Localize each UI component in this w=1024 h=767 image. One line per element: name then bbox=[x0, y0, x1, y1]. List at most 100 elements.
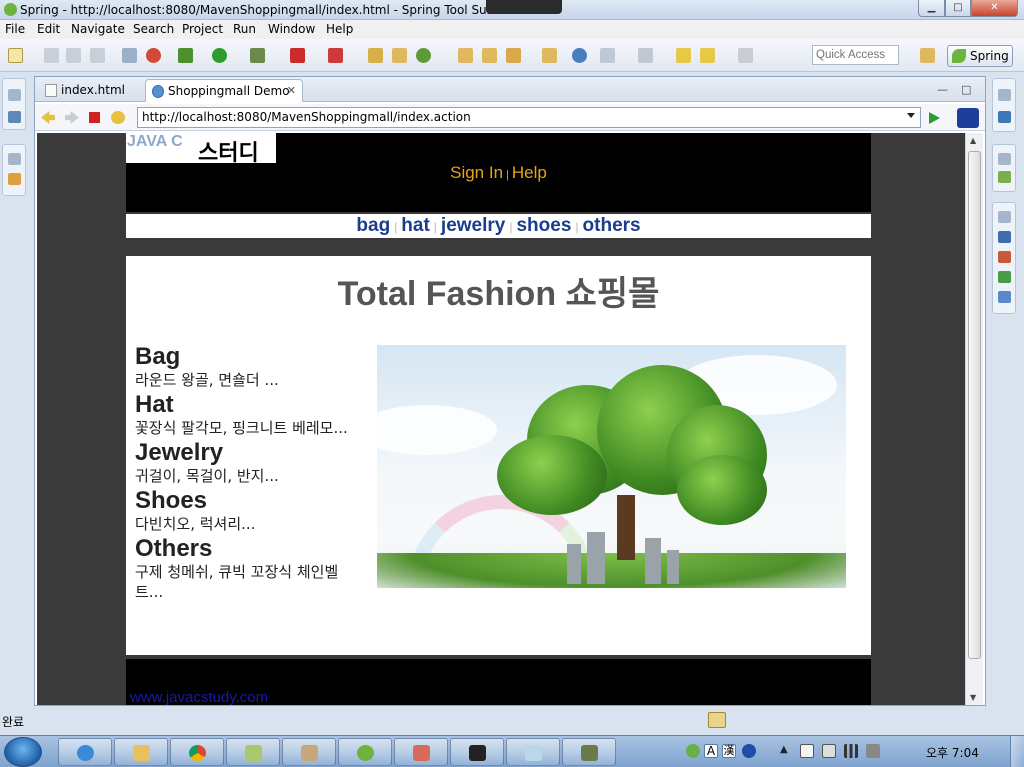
forward-icon[interactable] bbox=[738, 48, 753, 63]
next-annotation-icon[interactable] bbox=[600, 48, 615, 63]
scroll-thumb[interactable] bbox=[968, 151, 981, 659]
help-circle-icon[interactable] bbox=[742, 744, 756, 758]
status-progress-icon[interactable] bbox=[708, 712, 726, 728]
restore-icon-2[interactable] bbox=[8, 153, 21, 165]
category-shoes-title[interactable]: Shoes bbox=[135, 488, 360, 514]
sts-browser-icon[interactable] bbox=[957, 108, 979, 128]
spring-explorer-icon[interactable] bbox=[998, 171, 1011, 183]
menu-search[interactable]: Search bbox=[133, 22, 174, 36]
usb-device-icon[interactable] bbox=[822, 744, 836, 758]
back-icon[interactable] bbox=[700, 48, 715, 63]
taskbar-clock[interactable]: 오후 7:04 bbox=[926, 744, 979, 761]
terminate-icon[interactable] bbox=[290, 48, 305, 63]
scroll-down-icon[interactable]: ▼ bbox=[970, 693, 976, 702]
search-icon[interactable] bbox=[122, 48, 137, 63]
problems-icon[interactable] bbox=[998, 251, 1011, 263]
new-icon[interactable] bbox=[8, 48, 23, 63]
url-dropdown-icon[interactable] bbox=[907, 113, 915, 118]
nav-hat[interactable]: hat bbox=[401, 215, 430, 236]
save-icon[interactable] bbox=[44, 48, 59, 63]
site-logo[interactable]: JAVA C 스터디 bbox=[126, 133, 276, 166]
tab-index-html[interactable]: index.html bbox=[39, 79, 141, 102]
progress-icon[interactable] bbox=[998, 291, 1011, 303]
save-all-icon[interactable] bbox=[66, 48, 81, 63]
taskbar-notepad[interactable] bbox=[506, 738, 560, 766]
restore-icon-5[interactable] bbox=[998, 211, 1011, 223]
nav-bag[interactable]: bag bbox=[356, 215, 390, 236]
edit-icon[interactable] bbox=[506, 48, 521, 63]
menu-navigate[interactable]: Navigate bbox=[71, 22, 125, 36]
debug-icon[interactable] bbox=[178, 48, 193, 63]
maximize-button[interactable]: □ bbox=[945, 0, 971, 17]
folder-icon[interactable] bbox=[542, 48, 557, 63]
taskbar-cmd[interactable] bbox=[450, 738, 504, 766]
go-button[interactable] bbox=[929, 112, 940, 124]
outline-icon[interactable] bbox=[8, 173, 21, 185]
print-icon[interactable] bbox=[90, 48, 105, 63]
last-edit-icon[interactable] bbox=[676, 48, 691, 63]
spring-perspective-button[interactable]: Spring bbox=[947, 45, 1013, 67]
taskbar-notes[interactable] bbox=[226, 738, 280, 766]
editor-maximize-button[interactable]: □ bbox=[961, 83, 971, 96]
category-bag-title[interactable]: Bag bbox=[135, 344, 360, 370]
menu-edit[interactable]: Edit bbox=[37, 22, 60, 36]
volume-icon[interactable] bbox=[866, 744, 880, 758]
taskbar-explorer[interactable] bbox=[114, 738, 168, 766]
forward-arrow-icon[interactable] bbox=[65, 111, 79, 124]
taskbar-paint[interactable] bbox=[282, 738, 336, 766]
tab-close-icon[interactable]: ✕ bbox=[287, 84, 296, 97]
restore-icon-3[interactable] bbox=[998, 89, 1011, 101]
menu-window[interactable]: Window bbox=[268, 22, 315, 36]
nav-shoes[interactable]: shoes bbox=[516, 215, 571, 236]
help-link[interactable]: Help bbox=[512, 163, 547, 182]
show-hidden-icons[interactable]: ▲ bbox=[780, 744, 794, 758]
stop-icon[interactable] bbox=[89, 112, 100, 123]
open-resource-icon[interactable] bbox=[482, 48, 497, 63]
taskbar-sts[interactable] bbox=[338, 738, 392, 766]
menu-project[interactable]: Project bbox=[182, 22, 223, 36]
menu-file[interactable]: File bbox=[5, 22, 25, 36]
start-button[interactable] bbox=[4, 737, 42, 767]
hanja-icon[interactable]: 漢 bbox=[722, 744, 736, 758]
taskbar-tool[interactable] bbox=[562, 738, 616, 766]
scroll-up-icon[interactable]: ▲ bbox=[970, 136, 976, 145]
console-icon[interactable] bbox=[998, 231, 1011, 243]
nav-others[interactable]: others bbox=[583, 215, 641, 236]
category-jewelry-title[interactable]: Jewelry bbox=[135, 440, 360, 466]
task-list-icon[interactable] bbox=[998, 111, 1011, 123]
taskbar-ie[interactable] bbox=[58, 738, 112, 766]
category-others-title[interactable]: Others bbox=[135, 536, 360, 562]
show-desktop-button[interactable] bbox=[1010, 736, 1024, 767]
run-icon[interactable] bbox=[212, 48, 227, 63]
category-hat-title[interactable]: Hat bbox=[135, 392, 360, 418]
vertical-scrollbar[interactable]: ▲ ▼ bbox=[965, 133, 983, 705]
editor-minimize-button[interactable]: — bbox=[937, 83, 948, 96]
network-signal-icon[interactable] bbox=[844, 744, 858, 758]
nav-jewelry[interactable]: jewelry bbox=[441, 215, 505, 236]
previous-annotation-icon[interactable] bbox=[638, 48, 653, 63]
package-explorer-icon[interactable] bbox=[8, 111, 21, 123]
globe-icon[interactable] bbox=[572, 48, 587, 63]
external-tools-icon[interactable] bbox=[250, 48, 265, 63]
sign-in-link[interactable]: Sign In bbox=[450, 163, 503, 182]
menu-help[interactable]: Help bbox=[326, 22, 353, 36]
restore-icon-4[interactable] bbox=[998, 153, 1011, 165]
servers-icon[interactable] bbox=[998, 271, 1011, 283]
new-bean-icon[interactable] bbox=[392, 48, 407, 63]
open-perspective-icon[interactable] bbox=[920, 48, 935, 63]
open-type-icon[interactable] bbox=[458, 48, 473, 63]
minimize-button[interactable]: ▁ bbox=[918, 0, 945, 17]
footer-link[interactable]: www.javacstudy.com bbox=[130, 689, 268, 705]
action-center-flag-icon[interactable] bbox=[800, 744, 814, 758]
quick-access-input[interactable] bbox=[812, 45, 899, 65]
taskbar-app[interactable] bbox=[394, 738, 448, 766]
new-spring-project-icon[interactable] bbox=[368, 48, 383, 63]
taskbar-chrome[interactable] bbox=[170, 738, 224, 766]
menu-run[interactable]: Run bbox=[233, 22, 256, 36]
close-button[interactable]: ✕ bbox=[971, 0, 1018, 17]
refresh-icon[interactable] bbox=[416, 48, 431, 63]
url-input[interactable]: http://localhost:8080/MavenShoppingmall/… bbox=[137, 107, 921, 128]
back-arrow-icon[interactable] bbox=[41, 111, 55, 124]
restore-icon[interactable] bbox=[8, 89, 21, 101]
server-icon[interactable] bbox=[328, 48, 343, 63]
